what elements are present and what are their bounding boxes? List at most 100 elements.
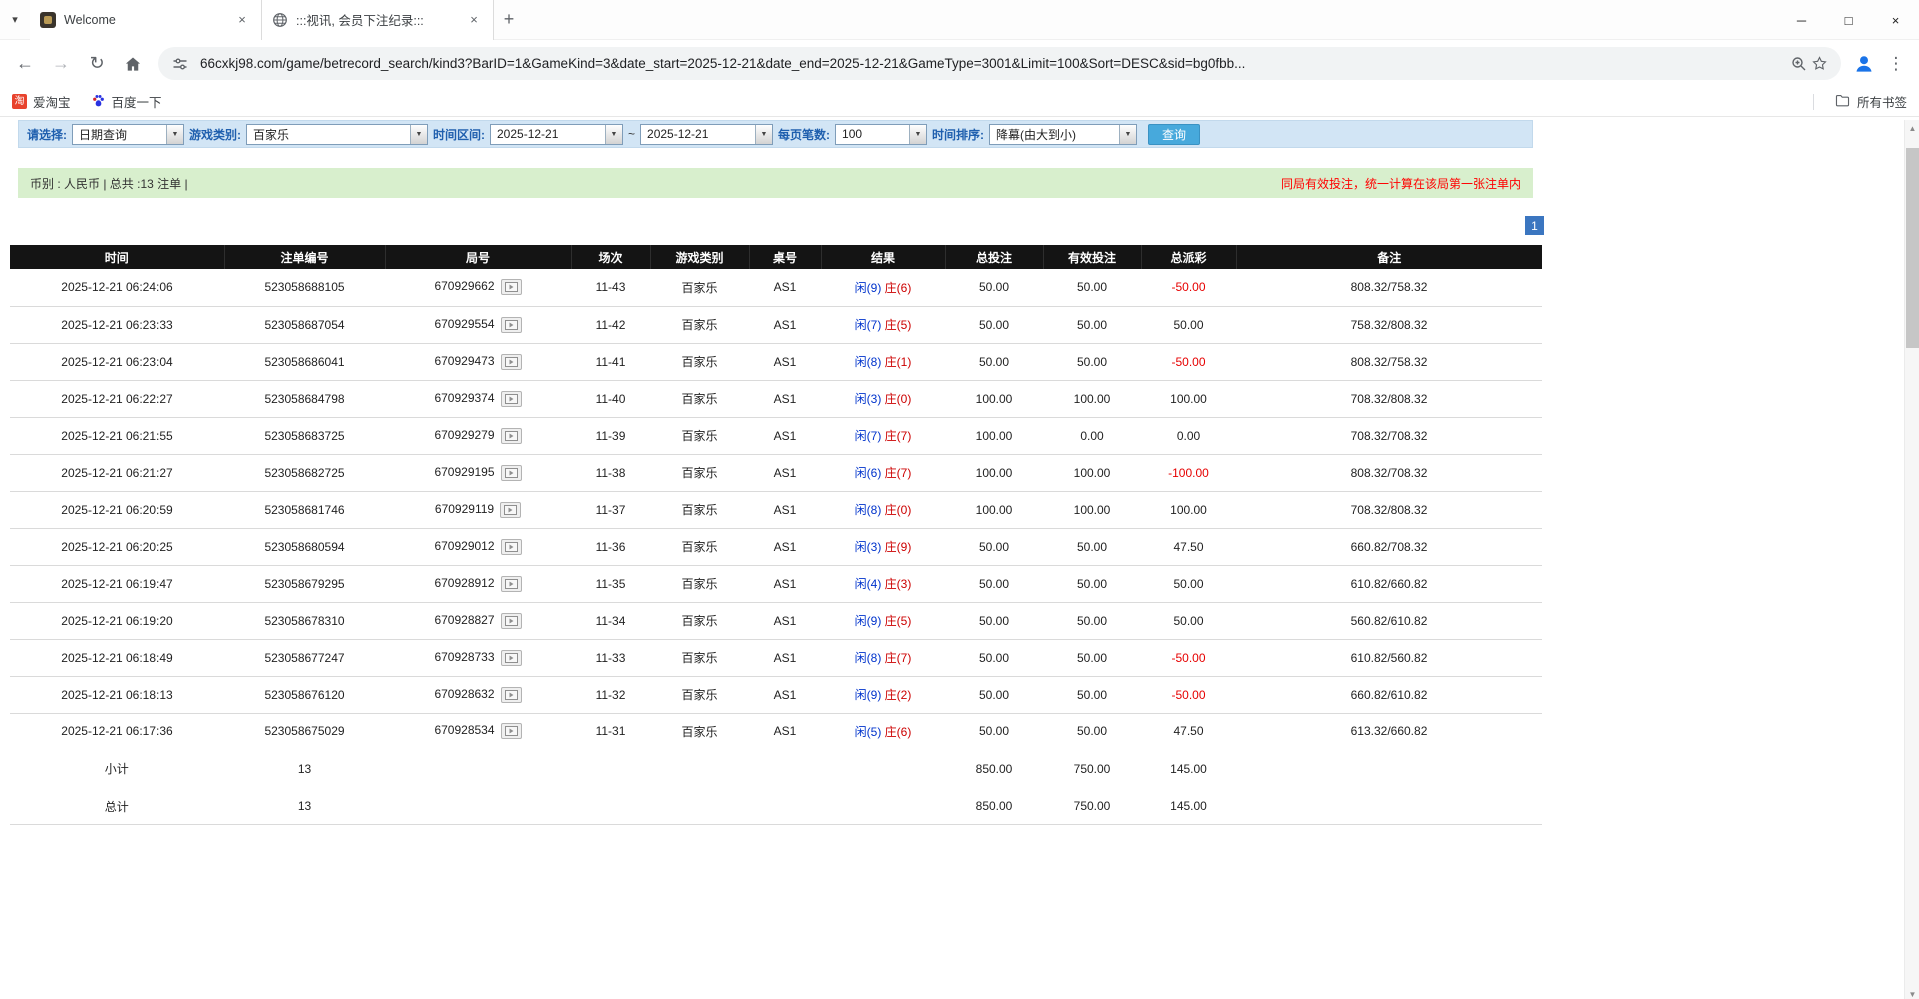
- dropdown-arrow-icon[interactable]: ▼: [166, 125, 183, 144]
- tune-icon[interactable]: [170, 54, 190, 74]
- cell-result: 闲(9) 庄(5): [821, 602, 945, 639]
- search-button[interactable]: 查询: [1148, 124, 1200, 145]
- home-icon[interactable]: [116, 47, 150, 81]
- refresh-icon[interactable]: ↻: [80, 47, 114, 81]
- cell-total-bet[interactable]: 100.00: [945, 491, 1043, 528]
- chevron-down-icon[interactable]: ▾: [0, 0, 30, 40]
- scroll-up-icon[interactable]: ▲: [1905, 120, 1919, 136]
- zoom-icon[interactable]: [1789, 54, 1809, 74]
- video-replay-icon[interactable]: [501, 391, 522, 407]
- window-close-icon[interactable]: ×: [1872, 0, 1919, 40]
- maximize-icon[interactable]: □: [1825, 0, 1872, 40]
- cell-total-bet[interactable]: 100.00: [945, 380, 1043, 417]
- date-range-label: 时间区间:: [433, 126, 485, 143]
- video-replay-icon[interactable]: [501, 465, 522, 481]
- video-replay-icon[interactable]: [500, 502, 521, 518]
- video-replay-icon[interactable]: [501, 613, 522, 629]
- sort-select[interactable]: 降幕(由大到小) ▼: [989, 124, 1137, 145]
- cell-result: 闲(4) 庄(3): [821, 565, 945, 602]
- cell-total-bet[interactable]: 50.00: [945, 676, 1043, 713]
- cell-bet-id: 523058677247: [224, 639, 385, 676]
- bookmark-baidu[interactable]: 百度一下: [91, 92, 162, 111]
- cell-round-id: 670929473: [385, 343, 571, 380]
- minimize-icon[interactable]: ─: [1778, 0, 1825, 40]
- page-content: 请选择: 日期查询 ▼ 游戏类别: 百家乐 ▼ 时间区间: 2025-12-21…: [0, 120, 1919, 999]
- cell-total-bet[interactable]: 50.00: [945, 269, 1043, 306]
- video-replay-icon[interactable]: [501, 539, 522, 555]
- vertical-scrollbar[interactable]: ▲ ▼: [1904, 120, 1919, 999]
- cell-total-bet[interactable]: 100.00: [945, 454, 1043, 491]
- profile-icon[interactable]: [1849, 49, 1879, 79]
- result-player: 闲(4): [855, 577, 882, 591]
- dropdown-arrow-icon[interactable]: ▼: [1119, 125, 1136, 144]
- dropdown-arrow-icon[interactable]: ▼: [909, 125, 926, 144]
- table-row: 2025-12-21 06:19:20 523058678310 6709288…: [10, 602, 1542, 639]
- header-round-id: 局号: [385, 245, 571, 269]
- cell-total-bet[interactable]: 50.00: [945, 639, 1043, 676]
- round-id-text: 670928733: [434, 650, 494, 664]
- url-text[interactable]: 66cxkj98.com/game/betrecord_search/kind3…: [200, 56, 1779, 71]
- video-replay-icon[interactable]: [501, 687, 522, 703]
- cell-total-bet[interactable]: 50.00: [945, 306, 1043, 343]
- game-type-select[interactable]: 百家乐 ▼: [246, 124, 428, 145]
- cell-session: 11-43: [571, 269, 650, 306]
- page-size-select[interactable]: 100 ▼: [835, 124, 927, 145]
- cell-table-no: AS1: [749, 528, 821, 565]
- video-replay-icon[interactable]: [501, 723, 522, 739]
- cell-total-bet[interactable]: 50.00: [945, 713, 1043, 750]
- cell-result: 闲(3) 庄(9): [821, 528, 945, 565]
- star-icon[interactable]: [1809, 54, 1829, 74]
- video-replay-icon[interactable]: [501, 354, 522, 370]
- cell-payout: -50.00: [1141, 343, 1236, 380]
- cell-total-bet[interactable]: 100.00: [945, 417, 1043, 454]
- result-player: 闲(9): [855, 688, 882, 702]
- cell-total-bet[interactable]: 50.00: [945, 343, 1043, 380]
- cell-total-bet[interactable]: 50.00: [945, 565, 1043, 602]
- dropdown-arrow-icon[interactable]: ▼: [410, 125, 427, 144]
- cell-total-bet[interactable]: 50.00: [945, 528, 1043, 565]
- result-banker: 庄(5): [885, 318, 912, 332]
- address-bar[interactable]: 66cxkj98.com/game/betrecord_search/kind3…: [158, 47, 1841, 80]
- tab-bet-records[interactable]: :::视讯, 会员下注纪录::: ×: [262, 0, 494, 40]
- video-replay-icon[interactable]: [501, 279, 522, 295]
- total-payout: 145.00: [1141, 787, 1236, 824]
- video-replay-icon[interactable]: [501, 650, 522, 666]
- new-tab-icon[interactable]: +: [494, 5, 524, 35]
- result-banker: 庄(1): [885, 355, 912, 369]
- round-id-text: 670929554: [434, 317, 494, 331]
- cell-payout: 0.00: [1141, 417, 1236, 454]
- query-type-select[interactable]: 日期查询 ▼: [72, 124, 184, 145]
- video-replay-icon[interactable]: [501, 428, 522, 444]
- cell-note: 660.82/610.82: [1236, 676, 1542, 713]
- forward-icon[interactable]: →: [44, 47, 78, 81]
- dropdown-arrow-icon[interactable]: ▼: [755, 125, 772, 144]
- bookmark-label: 百度一下: [112, 92, 162, 111]
- close-icon[interactable]: ×: [465, 11, 483, 29]
- tab-welcome[interactable]: Welcome ×: [30, 0, 262, 40]
- video-replay-icon[interactable]: [501, 576, 522, 592]
- cell-time: 2025-12-21 06:20:25: [10, 528, 224, 565]
- cell-game-type: 百家乐: [650, 380, 749, 417]
- all-bookmarks-button[interactable]: 所有书签: [1834, 92, 1907, 112]
- cell-session: 11-32: [571, 676, 650, 713]
- cell-payout: 50.00: [1141, 565, 1236, 602]
- total-label: 总计: [10, 787, 224, 824]
- back-icon[interactable]: ←: [8, 47, 42, 81]
- cell-note: 758.32/808.32: [1236, 306, 1542, 343]
- menu-icon[interactable]: ⋮: [1881, 49, 1911, 79]
- cell-payout: 50.00: [1141, 306, 1236, 343]
- date-end-select[interactable]: 2025-12-21 ▼: [640, 124, 773, 145]
- cell-payout: 50.00: [1141, 602, 1236, 639]
- scrollbar-thumb[interactable]: [1906, 148, 1919, 348]
- bookmark-taobao[interactable]: 淘 爱淘宝: [12, 92, 71, 111]
- result-banker: 庄(3): [885, 577, 912, 591]
- cell-total-bet[interactable]: 50.00: [945, 602, 1043, 639]
- close-icon[interactable]: ×: [233, 11, 251, 29]
- video-replay-icon[interactable]: [501, 317, 522, 333]
- date-start-select[interactable]: 2025-12-21 ▼: [490, 124, 623, 145]
- cell-result: 闲(3) 庄(0): [821, 380, 945, 417]
- dropdown-arrow-icon[interactable]: ▼: [605, 125, 622, 144]
- scroll-down-icon[interactable]: ▼: [1905, 986, 1919, 999]
- result-player: 闲(3): [855, 392, 882, 406]
- page-1-button[interactable]: 1: [1525, 216, 1544, 235]
